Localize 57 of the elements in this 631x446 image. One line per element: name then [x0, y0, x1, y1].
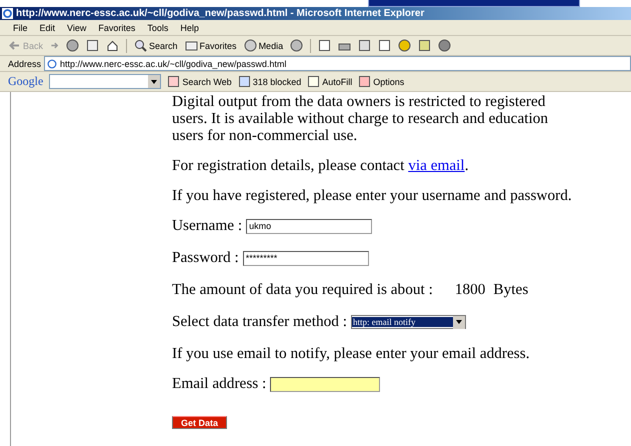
amount-label: The amount of data you required is about :: [172, 281, 433, 299]
method-value: http: email notify: [352, 317, 453, 327]
menu-item[interactable]: Edit: [34, 22, 60, 34]
password-field[interactable]: *********: [242, 250, 369, 266]
browser-icon: [2, 8, 13, 19]
back-arrow-icon: [8, 39, 21, 52]
home-icon[interactable]: [106, 39, 120, 52]
globe-icon: [244, 39, 257, 52]
toolbar-button[interactable]: Media: [244, 39, 284, 52]
menu-item[interactable]: Help: [175, 22, 204, 34]
toolbar-button[interactable]: Options: [358, 75, 404, 88]
edit-icon[interactable]: [358, 39, 372, 52]
toolbar-icon[interactable]: [167, 75, 180, 88]
messenger-icon[interactable]: [398, 39, 412, 52]
paragraph: If you use email to notify, please enter your email address.: [172, 345, 531, 362]
email-link[interactable]: via email: [408, 157, 465, 174]
folder-icon: [184, 39, 198, 52]
menu-item[interactable]: View: [62, 22, 92, 34]
window-title-text: http://www.nerc-essc.ac.uk/~cll/godiva_new/passwd.html - Microsoft Internet Explorer: [16, 8, 424, 19]
email-label: Email address :: [172, 375, 266, 393]
toolbar-button[interactable]: Search: [134, 39, 178, 52]
stop-icon[interactable]: [66, 39, 80, 52]
toolbar-button[interactable]: AutoFill: [307, 75, 352, 88]
amount-value: 1800: [454, 281, 486, 299]
paragraph: If you have registered, please enter your username and password.: [172, 187, 573, 204]
paragraph: Digital output from the data owners is restricted to registered users. It is available without charge to research and education users for non-commercial use.: [172, 93, 550, 144]
toolbar-button[interactable]: 318 blocked: [238, 75, 302, 88]
google-logo[interactable]: Google: [8, 74, 44, 89]
dropdown-arrow-icon: [456, 319, 462, 325]
note-icon[interactable]: [378, 39, 392, 52]
page-icon: [47, 58, 58, 68]
mail-icon[interactable]: [318, 39, 332, 52]
get-data-button[interactable]: Get Data: [172, 416, 228, 429]
toolbar-icon[interactable]: [307, 75, 320, 88]
method-select[interactable]: http: email notify: [351, 315, 466, 329]
history-icon[interactable]: [290, 39, 304, 52]
dropdown-arrow-icon: [151, 78, 158, 84]
menu-item[interactable]: File: [8, 22, 33, 34]
email-field[interactable]: [270, 376, 380, 392]
toolbar-button[interactable]: Favorites: [184, 39, 237, 52]
picture-icon[interactable]: [418, 39, 432, 52]
gear-icon[interactable]: [438, 39, 452, 52]
menu-item[interactable]: Favorites: [93, 22, 140, 34]
menu-item[interactable]: Tools: [142, 22, 174, 34]
username-label: Username :: [172, 217, 242, 235]
paragraph: For registration details, please contact via email.: [172, 157, 470, 174]
amount-unit: Bytes: [493, 281, 528, 299]
username-field[interactable]: ukmo: [246, 218, 372, 234]
method-label: Select data transfer method :: [172, 313, 347, 331]
address-field[interactable]: http://www.nerc-essc.ac.uk/~cll/godiva_new/passwd.html: [44, 56, 631, 71]
address-label: Address: [8, 58, 42, 68]
toolbar-icon[interactable]: [358, 75, 372, 88]
search-icon: [134, 39, 148, 52]
password-label: Password :: [172, 249, 239, 267]
toolbar-icon[interactable]: [238, 75, 251, 88]
refresh-icon[interactable]: [86, 39, 100, 52]
toolbar-button[interactable]: Search Web: [167, 75, 232, 88]
